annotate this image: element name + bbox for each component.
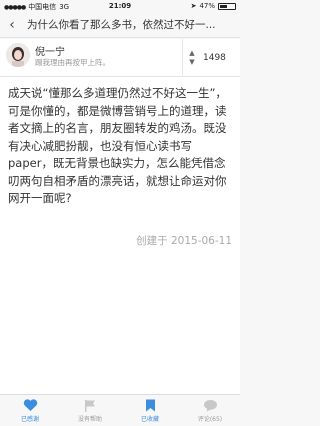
battery-fill [220,4,227,8]
navigation-bar: ‹ 为什么你看了那么多书，依然过不好一... [0,12,240,38]
comment-icon [202,398,218,412]
status-bar: ●●●●● 中国电信 3G 21:09 ➤ 47% [0,0,240,12]
upvote-icon[interactable]: ▲ [189,49,194,58]
vote-widget[interactable]: ▲ ▼ 1498 [182,39,240,77]
downvote-icon[interactable]: ▼ [189,58,194,67]
bookmark-icon [142,398,158,412]
not-helpful-label: 没有帮助 [77,416,102,423]
author-name[interactable]: 倪一宁 [35,43,65,58]
location-icon: ➤ [190,2,197,10]
flag-icon [82,398,98,412]
collect-label: 已收藏 [140,416,159,423]
vote-count: 1498 [203,53,226,63]
not-helpful-button[interactable]: 没有帮助 [60,395,120,426]
battery-percent: 47% [199,2,215,10]
comment-label: 评论(65) [197,416,223,423]
avatar[interactable] [6,43,30,67]
author-bio: 踢我理由再按甲上阵。 [35,58,110,67]
bottom-action-bar: 已感谢 没有帮助 已收藏 评论(65) [0,394,240,426]
collect-button[interactable]: 已收藏 [120,395,180,426]
back-button[interactable]: ‹ [3,17,21,33]
thank-label: 已感谢 [20,416,39,423]
created-date: 创建于 2015-06-11 [136,235,232,247]
question-title: 为什么你看了那么多书，依然过不好一... [27,19,216,31]
author-row[interactable]: 倪一宁 踢我理由再按甲上阵。 ▲ ▼ 1498 [0,39,240,77]
answer-body: 成天说“懂那么多道理仍然过不好这一生”，可是你懂的，都是微博营销号上的道理，读者… [0,77,240,407]
thank-button[interactable]: 已感谢 [0,395,60,426]
answer-text: 成天说“懂那么多道理仍然过不好这一生”，可是你懂的，都是微博营销号上的道理，读者… [8,86,227,205]
comment-button[interactable]: 评论(65) [180,395,240,426]
heart-icon [22,398,38,412]
battery-icon [218,2,236,10]
